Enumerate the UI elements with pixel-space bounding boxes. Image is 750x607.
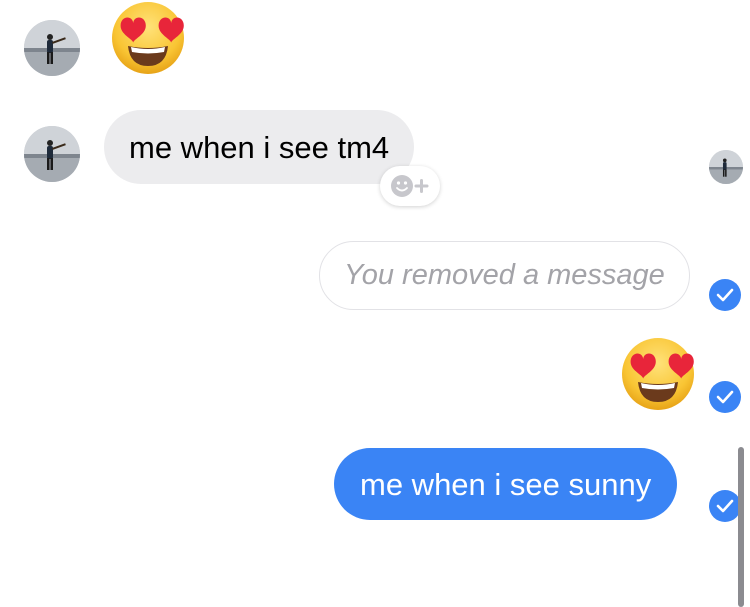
avatar-photo-icon bbox=[24, 126, 80, 182]
heart-eyes-emoji[interactable] bbox=[620, 336, 696, 412]
delivered-check-icon bbox=[709, 381, 741, 413]
incoming-message-text: me when i see tm4 bbox=[129, 129, 390, 165]
add-reaction-icon bbox=[391, 175, 429, 197]
removed-message-bubble[interactable]: You removed a message bbox=[319, 241, 690, 310]
contact-avatar[interactable] bbox=[24, 126, 80, 182]
delivered-check-icon bbox=[709, 490, 741, 522]
avatar-photo-icon bbox=[24, 20, 80, 76]
read-receipt-avatar bbox=[709, 150, 743, 184]
outgoing-message-bubble[interactable]: me when i see sunny bbox=[334, 448, 678, 520]
removed-message-text: You removed a message bbox=[344, 259, 665, 291]
scrollbar[interactable] bbox=[738, 447, 744, 607]
delivered-check-icon bbox=[709, 279, 741, 311]
heart-eyes-emoji[interactable] bbox=[110, 0, 186, 76]
incoming-message-bubble[interactable]: me when i see tm4 bbox=[104, 110, 415, 184]
add-reaction-button[interactable] bbox=[380, 166, 440, 206]
contact-avatar[interactable] bbox=[24, 20, 80, 76]
avatar-photo-icon bbox=[709, 150, 743, 184]
outgoing-message-text: me when i see sunny bbox=[360, 466, 652, 502]
